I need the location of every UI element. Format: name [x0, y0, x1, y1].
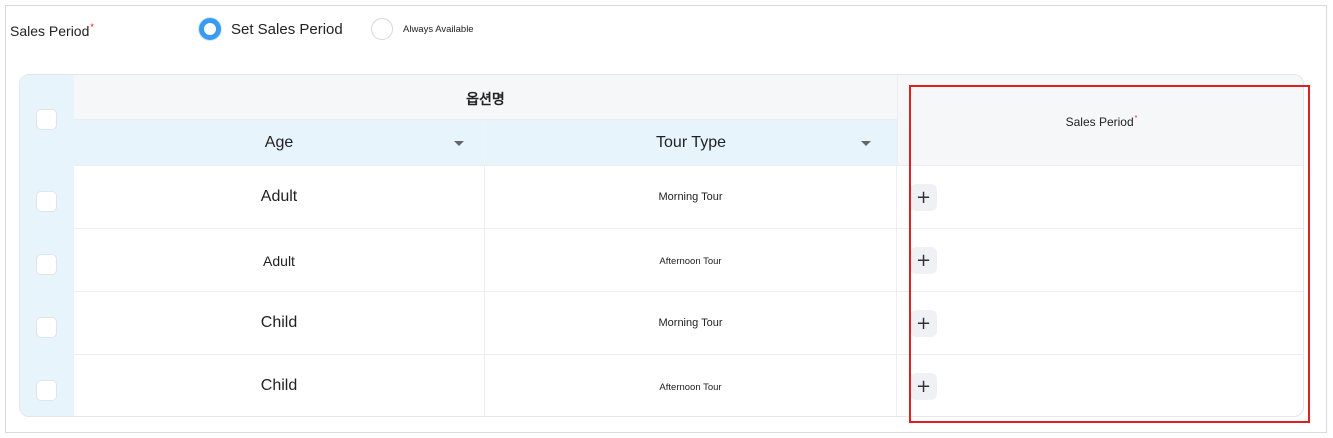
- option-name-group-header: 옵션명: [74, 75, 897, 120]
- table-row: Adult Afternoon Tour +: [74, 228, 1303, 291]
- row-checkbox[interactable]: [36, 191, 57, 212]
- table-row: Child Morning Tour +: [74, 291, 1303, 354]
- age-cell: Adult: [263, 253, 295, 269]
- sales-period-row: Sales Period* Set Sales Period Always Av…: [10, 15, 1310, 45]
- age-cell: Adult: [260, 188, 298, 205]
- tour-type-column-header[interactable]: Tour Type: [485, 120, 897, 165]
- tour-type-cell: Morning Tour: [658, 191, 723, 203]
- radio-set-sales-period[interactable]: [199, 18, 221, 40]
- add-sales-period-button[interactable]: +: [910, 310, 937, 337]
- radio-label-set-sales-period[interactable]: Set Sales Period: [231, 21, 343, 38]
- add-sales-period-button[interactable]: +: [910, 247, 937, 274]
- row-checkbox[interactable]: [36, 317, 57, 338]
- tour-type-cell: Afternoon Tour: [659, 382, 722, 393]
- add-sales-period-button[interactable]: +: [910, 184, 937, 211]
- row-checkbox[interactable]: [36, 380, 57, 401]
- age-cell: Child: [260, 377, 298, 394]
- radio-label-always-available[interactable]: Always Available: [403, 24, 474, 35]
- row-checkbox[interactable]: [36, 254, 57, 275]
- checkbox-column: [20, 75, 74, 416]
- caret-down-icon[interactable]: [454, 141, 464, 146]
- radio-always-available[interactable]: [371, 18, 393, 40]
- table-row: Adult Morning Tour +: [74, 165, 1303, 228]
- required-mark: *: [90, 22, 94, 32]
- select-all-checkbox[interactable]: [36, 109, 57, 130]
- tour-type-cell: Morning Tour: [658, 317, 723, 329]
- tour-type-cell: Afternoon Tour: [659, 256, 722, 267]
- sales-period-label: Sales Period*: [10, 22, 94, 39]
- add-sales-period-button[interactable]: +: [910, 373, 937, 400]
- age-cell: Child: [260, 314, 298, 331]
- options-table: 옵션명 Age Tour Type Sales Period* Adult Mo…: [19, 74, 1304, 417]
- caret-down-icon[interactable]: [861, 141, 871, 146]
- age-column-header[interactable]: Age: [74, 120, 485, 165]
- sales-period-column-header: Sales Period*: [897, 75, 1303, 165]
- table-row: Child Afternoon Tour +: [74, 354, 1303, 416]
